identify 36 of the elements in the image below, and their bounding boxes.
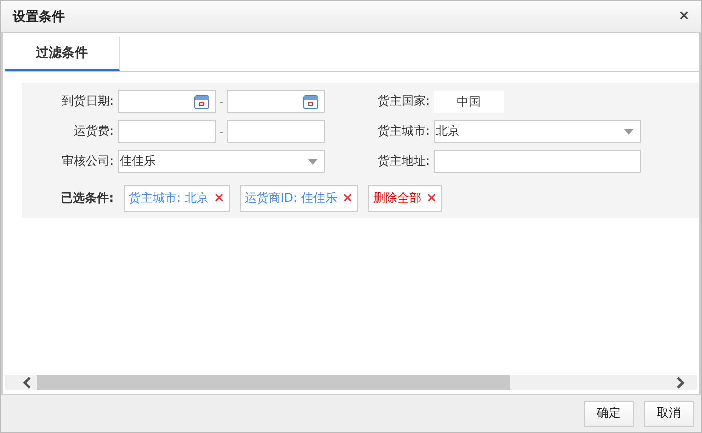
close-button[interactable]: × [676, 8, 693, 26]
field-label: 运货费: [72, 123, 115, 140]
dropdown-caret-icon[interactable] [308, 158, 318, 164]
calendar-icon[interactable] [194, 94, 210, 110]
window-title: 设置条件 [13, 8, 65, 26]
dropdown-field[interactable]: 佳佳乐 [118, 150, 325, 173]
field-label: 货主地址: [376, 153, 431, 170]
footer-button[interactable]: 取消 [644, 400, 694, 426]
footer-button[interactable]: 确定 [584, 400, 634, 426]
scroll-right-icon[interactable] [674, 376, 686, 388]
filter-tag[interactable]: 货主城市: 北京 × [124, 185, 230, 212]
dropdown-caret-icon[interactable] [624, 128, 634, 134]
tab[interactable]: 过滤条件 [5, 37, 120, 71]
range-separator: - [218, 94, 225, 108]
calendar-icon[interactable] [303, 94, 319, 110]
range-separator: - [218, 124, 225, 138]
selected-conditions-label: 已选条件: [60, 190, 114, 207]
remove-icon[interactable]: × [342, 191, 354, 206]
field-label: 货主国家: [376, 93, 431, 110]
input-field[interactable] [434, 150, 641, 173]
remove-icon[interactable]: × [426, 191, 438, 206]
field-label: 货主城市: [376, 123, 431, 140]
filter-tag[interactable]: 运货商ID: 佳佳乐 × [240, 185, 358, 212]
date-field[interactable] [118, 90, 216, 113]
field-label: 到货日期: [60, 93, 115, 110]
input-field[interactable] [227, 120, 325, 143]
clear-all-tag[interactable]: 删除全部 × [368, 185, 442, 212]
date-field[interactable] [227, 90, 325, 113]
field-label: 审核公司: [60, 153, 115, 170]
dropdown-field[interactable]: 北京 [434, 120, 641, 143]
scroll-left-icon[interactable] [22, 376, 34, 388]
field-value: 中国 [434, 90, 504, 112]
horizontal-scrollbar[interactable] [5, 375, 697, 390]
remove-icon[interactable]: × [214, 191, 225, 206]
input-field[interactable] [118, 120, 216, 143]
scroll-thumb[interactable] [37, 375, 510, 390]
